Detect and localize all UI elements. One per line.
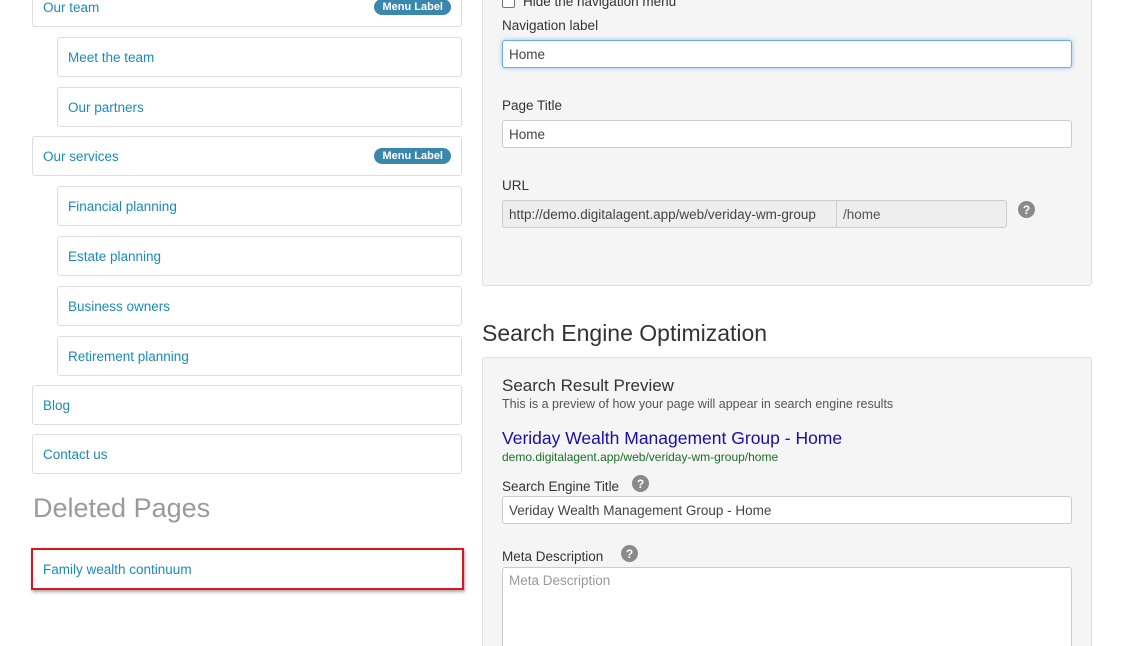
search-engine-title-input[interactable] — [502, 496, 1072, 524]
page-item-our-team[interactable]: Our team Menu Label — [32, 0, 462, 27]
menu-label-badge: Menu Label — [374, 148, 451, 164]
search-preview-description: This is a preview of how your page will … — [502, 397, 894, 411]
url-input-group: http://demo.digitalagent.app/web/veriday… — [502, 200, 1007, 228]
deleted-page-item[interactable]: Family wealth continuum — [31, 548, 464, 590]
search-preview-url: demo.digitalagent.app/web/veriday-wm-gro… — [502, 450, 779, 464]
seo-heading: Search Engine Optimization — [482, 320, 768, 346]
hide-nav-label: Hide the navigation menu — [523, 0, 677, 9]
page-link[interactable]: Estate planning — [68, 249, 161, 264]
page-item-our-services[interactable]: Our services Menu Label — [32, 136, 462, 176]
search-preview-heading: Search Result Preview — [502, 376, 674, 395]
page-item-our-partners[interactable]: Our partners — [57, 87, 462, 127]
meta-description-textarea[interactable] — [502, 567, 1072, 646]
menu-label-badge: Menu Label — [374, 0, 451, 15]
page-link[interactable]: Meet the team — [68, 50, 154, 65]
page-title-input[interactable] — [502, 120, 1072, 148]
nav-label-input[interactable] — [502, 40, 1072, 68]
search-engine-title-label: Search Engine Title — [502, 479, 620, 494]
page-link[interactable]: Business owners — [68, 299, 170, 314]
page-item-retirement-planning[interactable]: Retirement planning — [57, 336, 462, 376]
page-title-label: Page Title — [502, 98, 563, 113]
page-item-estate-planning[interactable]: Estate planning — [57, 236, 462, 276]
hide-nav-checkbox-row[interactable]: Hide the navigation menu — [502, 0, 676, 9]
page-link[interactable]: Contact us — [43, 447, 108, 462]
search-preview-title: Veriday Wealth Management Group - Home — [502, 428, 843, 448]
page-item-business-owners[interactable]: Business owners — [57, 286, 462, 326]
page-item-financial-planning[interactable]: Financial planning — [57, 186, 462, 226]
nav-label-label: Navigation label — [502, 18, 599, 33]
hide-nav-checkbox[interactable] — [502, 0, 515, 8]
url-slug-input[interactable]: /home — [836, 200, 1007, 228]
page-link[interactable]: Financial planning — [68, 199, 177, 214]
url-prefix: http://demo.digitalagent.app/web/veriday… — [502, 200, 836, 228]
page-link[interactable]: Our partners — [68, 100, 144, 115]
page-link[interactable]: Family wealth continuum — [43, 562, 192, 577]
page-item-contact-us[interactable]: Contact us — [32, 434, 462, 474]
meta-description-label: Meta Description — [502, 549, 604, 564]
page-link[interactable]: Our services — [43, 149, 119, 164]
page-link[interactable]: Retirement planning — [68, 349, 189, 364]
page-item-blog[interactable]: Blog — [32, 385, 462, 425]
help-icon[interactable]: ? — [632, 475, 649, 492]
url-label: URL — [502, 178, 530, 193]
page-link[interactable]: Our team — [43, 0, 99, 15]
help-icon[interactable]: ? — [1018, 201, 1035, 218]
help-icon[interactable]: ? — [621, 545, 638, 562]
page-link[interactable]: Blog — [43, 398, 70, 413]
deleted-pages-heading: Deleted Pages — [33, 493, 211, 523]
page-item-meet-the-team[interactable]: Meet the team — [57, 37, 462, 77]
